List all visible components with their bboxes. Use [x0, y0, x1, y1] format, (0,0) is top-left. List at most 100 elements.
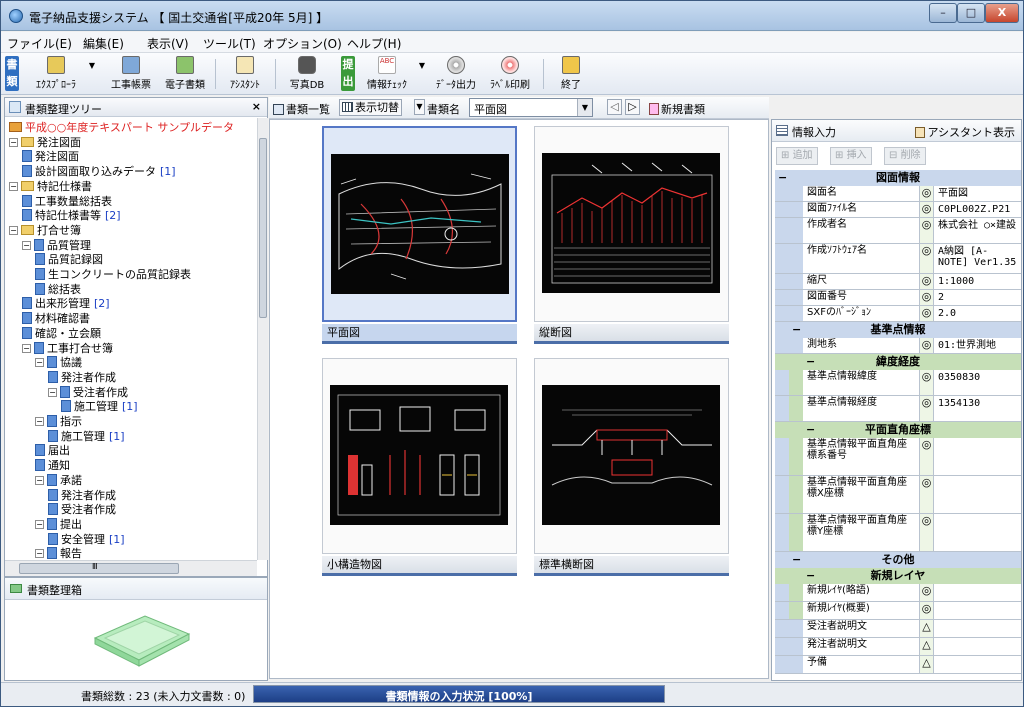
- property-row[interactable]: 測地系 ◎ 01:世界測地: [775, 338, 1021, 354]
- menu-tools[interactable]: ツール(T): [203, 35, 256, 52]
- tree-node[interactable]: 施工管理 [1]: [48, 429, 125, 444]
- collapse-icon[interactable]: −: [806, 354, 815, 370]
- tree-expander-icon[interactable]: −: [22, 240, 31, 250]
- chevron-down-icon[interactable]: ▼: [577, 99, 592, 116]
- thumbnail-card[interactable]: 小構造物図: [322, 358, 517, 578]
- edoc-button[interactable]: 電子書類: [159, 56, 211, 92]
- collapse-icon[interactable]: −: [792, 322, 801, 338]
- property-row[interactable]: 図面ﾌｧｲﾙ名 ◎ C0PL002Z.P21: [775, 202, 1021, 218]
- collapse-icon[interactable]: −: [792, 552, 801, 568]
- section-drawing-info[interactable]: − 図面情報: [775, 170, 1021, 186]
- menu-view[interactable]: 表示(V): [147, 35, 189, 52]
- photodb-button[interactable]: 写真DB: [283, 56, 331, 92]
- box-panel-header[interactable]: 書類整理箱: [5, 578, 267, 600]
- maximize-button[interactable]: □: [957, 3, 985, 23]
- tree-vertical-scrollbar[interactable]: [257, 118, 268, 560]
- property-value[interactable]: A納図 [A-NOTE] Ver1.35: [935, 244, 1021, 270]
- property-value[interactable]: 2.0: [935, 306, 959, 321]
- label-print-button[interactable]: ﾗﾍﾞﾙ印刷: [485, 56, 535, 92]
- property-value[interactable]: [935, 514, 941, 518]
- property-row[interactable]: 新規ﾚｲﾔ(略語) ◎: [775, 584, 1021, 602]
- tree-expander-icon[interactable]: −: [35, 519, 44, 529]
- tree-node[interactable]: 発注者作成: [48, 370, 116, 385]
- tree-expander-icon[interactable]: −: [48, 387, 57, 397]
- property-value[interactable]: [935, 620, 941, 624]
- document-name-select[interactable]: 平面図 ▼: [469, 98, 593, 117]
- tree-panel-close-button[interactable]: ×: [252, 100, 261, 113]
- view-toggle-button[interactable]: 表示切替: [339, 99, 402, 116]
- tree-node[interactable]: 通知: [35, 458, 70, 473]
- tree-node[interactable]: − 品質管理: [22, 238, 91, 253]
- property-row[interactable]: 図面番号 ◎ 2: [775, 290, 1021, 306]
- property-row[interactable]: 基準点情報経度 ◎ 1354130: [775, 396, 1021, 422]
- property-row[interactable]: 受注者説明文 △: [775, 620, 1021, 638]
- property-value[interactable]: 01:世界測地: [935, 338, 999, 353]
- property-value[interactable]: [935, 638, 941, 642]
- minimize-button[interactable]: –: [929, 3, 957, 23]
- dataout-button[interactable]: ﾃﾞｰﾀ出力: [431, 56, 481, 92]
- tree-node[interactable]: 工事数量総括表: [22, 194, 112, 209]
- tree-horizontal-scrollbar[interactable]: Ⅲ: [5, 560, 257, 576]
- new-document-button[interactable]: 新規書類: [649, 101, 705, 117]
- tree-node[interactable]: 設計図面取り込みデータ [1]: [22, 164, 176, 179]
- tree-node[interactable]: − 承諾: [35, 473, 82, 488]
- tree-expander-icon[interactable]: −: [35, 417, 44, 426]
- tree-node[interactable]: − 協議: [35, 355, 82, 370]
- tree-expander-icon[interactable]: −: [35, 358, 44, 368]
- tree-node[interactable]: 材料確認書: [22, 311, 90, 326]
- tree-node[interactable]: − 報告: [35, 546, 82, 560]
- tree-node[interactable]: 特記仕様書等 [2]: [22, 208, 121, 223]
- thumbnail-card[interactable]: 縦断図: [534, 126, 729, 346]
- section-plane-coordinates[interactable]: − 平面直角座標: [775, 422, 1021, 438]
- menu-options[interactable]: オプション(O): [263, 35, 342, 52]
- tree-node[interactable]: 発注者作成: [48, 488, 116, 503]
- collapse-icon[interactable]: −: [806, 568, 815, 584]
- delete-row-button[interactable]: ⊟ 削除: [884, 147, 926, 165]
- property-value[interactable]: 平面図: [935, 186, 971, 201]
- tree-node[interactable]: 施工管理 [1]: [61, 399, 138, 414]
- tree-node[interactable]: − 打合せ簿: [9, 223, 81, 238]
- scroll-thumb[interactable]: [259, 138, 267, 318]
- tree-node[interactable]: 安全管理 [1]: [48, 532, 125, 547]
- explorer-dropdown-icon[interactable]: ▼: [87, 61, 97, 97]
- add-row-button[interactable]: ⊞ 追加: [776, 147, 818, 165]
- property-row[interactable]: 基準点情報平面直角座標X座標 ◎: [775, 476, 1021, 514]
- thumbnail-card[interactable]: 標準横断図: [534, 358, 729, 578]
- section-new-layer[interactable]: − 新規レイヤ: [775, 568, 1021, 584]
- tree-expander-icon[interactable]: −: [35, 475, 44, 485]
- tree-node[interactable]: 平成○○年度テキスパート サンプルデータ: [9, 120, 234, 135]
- document-tray-icon[interactable]: [85, 608, 195, 668]
- tree-node[interactable]: 確認・立会願: [22, 326, 101, 341]
- tree-node[interactable]: 届出: [35, 443, 70, 458]
- property-value[interactable]: 0350830: [935, 370, 983, 385]
- thumbnail-card[interactable]: 平面図: [322, 126, 517, 346]
- property-row[interactable]: 基準点情報緯度 ◎ 0350830: [775, 370, 1021, 396]
- property-value[interactable]: 1:1000: [935, 274, 977, 289]
- tree-node[interactable]: 出来形管理 [2]: [22, 296, 110, 311]
- section-other[interactable]: − その他: [775, 552, 1021, 568]
- menu-edit[interactable]: 編集(E): [83, 35, 124, 52]
- tree-node[interactable]: 生コンクリートの品質記録表: [35, 267, 191, 282]
- property-value[interactable]: [935, 656, 941, 660]
- property-row[interactable]: 縮尺 ◎ 1:1000: [775, 274, 1021, 290]
- section-lat-lon[interactable]: − 緯度経度: [775, 354, 1021, 370]
- tree-node[interactable]: − 発注図面: [9, 135, 81, 150]
- property-value[interactable]: 株式会社 ○×建設: [935, 218, 1019, 233]
- property-value[interactable]: [935, 602, 941, 606]
- property-value[interactable]: 2: [935, 290, 947, 305]
- tree-node[interactable]: − 指示: [35, 414, 82, 429]
- property-row[interactable]: 発注者説明文 △: [775, 638, 1021, 656]
- tree-node[interactable]: − 受注者作成: [48, 385, 128, 400]
- property-row[interactable]: 図面名 ◎ 平面図: [775, 186, 1021, 202]
- explorer-button[interactable]: ｴｸｽﾌﾟﾛｰﾗ: [27, 56, 85, 92]
- insert-row-button[interactable]: ⊞ 挿入: [830, 147, 872, 165]
- section-reference-point[interactable]: − 基準点情報: [775, 322, 1021, 338]
- tree-expander-icon[interactable]: −: [22, 343, 31, 353]
- menu-help[interactable]: ヘルプ(H): [347, 35, 401, 52]
- property-row[interactable]: 新規ﾚｲﾔ(概要) ◎: [775, 602, 1021, 620]
- infocheck-dropdown-icon[interactable]: ▼: [417, 61, 427, 97]
- view-toggle-dropdown[interactable]: ▼: [414, 99, 425, 115]
- menu-file[interactable]: ファイル(E): [7, 35, 72, 52]
- collapse-icon[interactable]: −: [778, 170, 787, 186]
- tree-expander-icon[interactable]: −: [35, 549, 44, 559]
